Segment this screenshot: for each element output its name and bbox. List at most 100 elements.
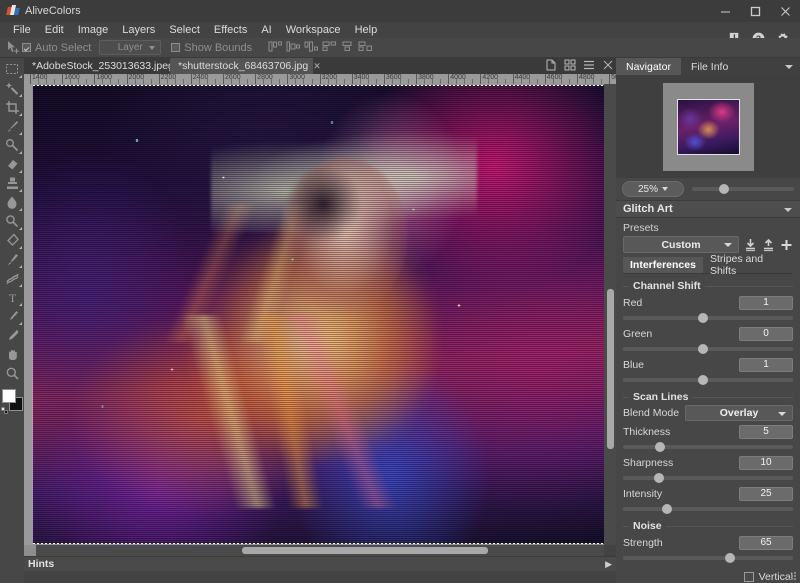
tab-navigator[interactable]: Navigator: [616, 58, 681, 75]
control-value-field[interactable]: 65: [739, 536, 793, 550]
align-center-horizontal-icon[interactable]: [286, 41, 301, 55]
horizontal-scrollbar[interactable]: [24, 545, 604, 556]
show-bounds-checkbox[interactable]: [171, 43, 180, 52]
hand-tool[interactable]: [1, 345, 23, 364]
slider-blue[interactable]: [623, 373, 793, 385]
close-panel-icon[interactable]: [602, 59, 614, 71]
slider-sharpness[interactable]: [623, 471, 793, 483]
slider-thumb[interactable]: [698, 313, 708, 323]
minimize-button[interactable]: [710, 0, 740, 22]
control-value-field[interactable]: 0: [739, 327, 793, 341]
import-preset-icon[interactable]: [744, 238, 757, 252]
slider-strength[interactable]: [623, 551, 793, 563]
blur-tool[interactable]: [1, 269, 23, 288]
add-preset-icon[interactable]: [780, 238, 793, 252]
list-menu-icon[interactable]: [583, 59, 595, 71]
slider-green[interactable]: [623, 342, 793, 354]
document-tab-adobestock[interactable]: *AdobeStock_253013633.jpeg ✕: [24, 58, 170, 74]
hints-expand-icon[interactable]: ▶: [605, 559, 612, 570]
maximize-button[interactable]: [740, 0, 770, 22]
control-value-field[interactable]: 1: [739, 296, 793, 310]
crop-tool[interactable]: [1, 98, 23, 117]
canvas-area[interactable]: [24, 84, 616, 545]
align-bottom-icon[interactable]: [358, 41, 373, 55]
preset-select[interactable]: Custom: [623, 236, 739, 253]
slider-thumb[interactable]: [655, 442, 665, 452]
control-label: Thickness: [623, 426, 670, 438]
application-window: AliveColors File Edit Image Layers Selec…: [0, 0, 800, 583]
align-middle-vertical-icon[interactable]: [340, 41, 355, 55]
horizontal-scrollbar-thumb[interactable]: [242, 547, 488, 554]
history-brush-tool[interactable]: [1, 136, 23, 155]
auto-select-checkbox[interactable]: [22, 43, 31, 52]
reset-colors-icon[interactable]: [1, 407, 8, 414]
foreground-color-swatch[interactable]: [2, 389, 16, 403]
tab-file-info[interactable]: File Info: [681, 58, 738, 75]
slider-thumb[interactable]: [698, 344, 708, 354]
vertical-scrollbar[interactable]: [604, 84, 616, 545]
control-value-field[interactable]: 5: [739, 425, 793, 439]
gradient-tool[interactable]: [1, 250, 23, 269]
magic-wand-tool[interactable]: [1, 79, 23, 98]
chevron-down-icon: [149, 46, 155, 50]
control-value-field[interactable]: 25: [739, 487, 793, 501]
effect-name: Glitch Art: [623, 203, 673, 215]
brush-tool[interactable]: [1, 117, 23, 136]
slider-thumb[interactable]: [725, 553, 735, 563]
menu-item-select[interactable]: Select: [162, 22, 207, 38]
menu-item-ai[interactable]: AI: [254, 22, 278, 38]
slider-thumb[interactable]: [698, 375, 708, 385]
chevron-down-icon[interactable]: [784, 208, 792, 212]
menu-item-help[interactable]: Help: [348, 22, 385, 38]
menu-item-layers[interactable]: Layers: [115, 22, 162, 38]
menu-item-workspace[interactable]: Workspace: [279, 22, 348, 38]
menu-item-edit[interactable]: Edit: [38, 22, 71, 38]
menu-item-image[interactable]: Image: [71, 22, 116, 38]
layer-select[interactable]: Layer: [99, 40, 161, 55]
smudge-tool[interactable]: [1, 193, 23, 212]
control-value-field[interactable]: 1: [739, 358, 793, 372]
text-tool[interactable]: T: [1, 288, 23, 307]
zoom-slider[interactable]: [692, 181, 794, 197]
vertical-scrollbar-thumb[interactable]: [607, 289, 614, 449]
document-viewport[interactable]: [32, 84, 610, 545]
zoom-level-select[interactable]: 25%: [622, 181, 684, 197]
align-left-icon[interactable]: [268, 41, 283, 55]
slider-intensity[interactable]: [623, 502, 793, 514]
navigator-preview[interactable]: [616, 75, 800, 178]
clone-stamp-tool[interactable]: [1, 174, 23, 193]
effect-header[interactable]: Glitch Art: [616, 200, 800, 218]
tab-stripes-and-shifts[interactable]: Stripes and Shifts: [703, 257, 793, 273]
vertical-checkbox[interactable]: [744, 572, 754, 582]
tile-view-icon[interactable]: [564, 59, 576, 71]
slider-red[interactable]: [623, 311, 793, 323]
panel-menu-chevron-icon[interactable]: [785, 65, 793, 69]
resize-grip-icon[interactable]: [789, 572, 797, 580]
slider-thumb[interactable]: [654, 473, 664, 483]
vertical-ruler[interactable]: [24, 84, 32, 545]
tab-interferences[interactable]: Interferences: [623, 257, 703, 273]
export-preset-icon[interactable]: [762, 238, 775, 252]
zoom-tool[interactable]: [1, 364, 23, 383]
slider-thumb[interactable]: [662, 504, 672, 514]
move-tool-icon[interactable]: [4, 39, 22, 57]
menu-item-effects[interactable]: Effects: [207, 22, 254, 38]
menu-item-file[interactable]: File: [6, 22, 38, 38]
document-tab-shutterstock[interactable]: *shutterstock_68463706.jpg ✕: [170, 58, 313, 74]
control-value-field[interactable]: 10: [739, 456, 793, 470]
close-tab-icon[interactable]: ✕: [313, 61, 321, 72]
slider-thickness[interactable]: [623, 440, 793, 452]
horizontal-ruler[interactable]: 1400160018002000220024002600280030003200…: [24, 74, 616, 84]
close-button[interactable]: [770, 0, 800, 22]
pen-tool[interactable]: [1, 307, 23, 326]
eraser-tool[interactable]: [1, 155, 23, 174]
zoom-slider-thumb[interactable]: [719, 184, 729, 194]
align-right-icon[interactable]: [304, 41, 319, 55]
align-top-icon[interactable]: [322, 41, 337, 55]
new-document-icon[interactable]: [545, 59, 557, 71]
paint-bucket-tool[interactable]: [1, 231, 23, 250]
eyedropper-tool[interactable]: [1, 326, 23, 345]
dodge-burn-tool[interactable]: [1, 212, 23, 231]
blend-mode-select[interactable]: Overlay: [685, 405, 793, 421]
rectangular-marquee-tool[interactable]: [1, 60, 23, 79]
